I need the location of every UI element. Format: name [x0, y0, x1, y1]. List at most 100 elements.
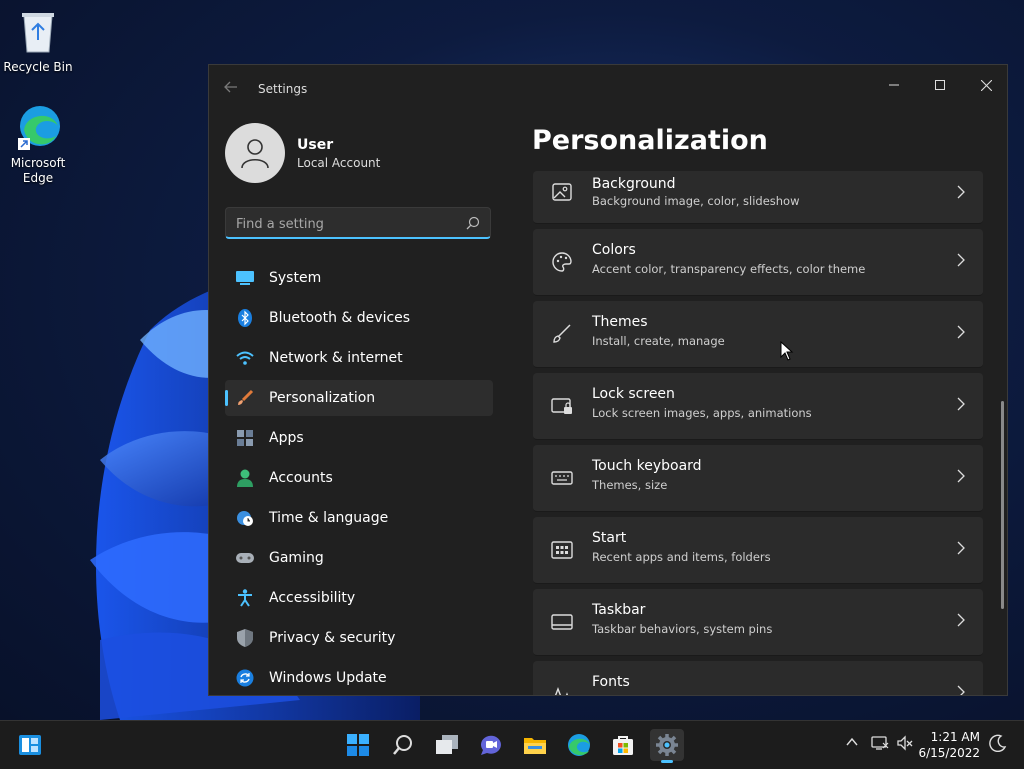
desktop-icon-edge[interactable]: Microsoft Edge: [0, 104, 76, 186]
nav-item-bluetooth[interactable]: Bluetooth & devices: [225, 300, 493, 336]
card-lock-screen[interactable]: Lock screen Lock screen images, apps, an…: [533, 373, 983, 440]
start-button[interactable]: [341, 729, 375, 761]
network-icon[interactable]: [871, 735, 889, 751]
chevron-right-icon: [957, 185, 965, 199]
palette-icon: [552, 252, 572, 272]
card-title: Fonts: [592, 674, 630, 690]
mouse-cursor-icon: [780, 341, 794, 361]
search-icon[interactable]: [466, 216, 480, 230]
accounts-icon: [236, 469, 254, 487]
chevron-right-icon: [957, 541, 965, 555]
nav-item-network[interactable]: Network & internet: [225, 340, 493, 376]
widgets-icon: [19, 735, 41, 755]
search-icon: [393, 735, 412, 755]
chevron-up-icon[interactable]: [845, 735, 859, 749]
account-type: Local Account: [297, 156, 381, 170]
back-button[interactable]: [223, 79, 243, 99]
taskbar: 1:21 AM 6/15/2022: [0, 720, 1024, 769]
taskbar-icon: [551, 614, 573, 630]
card-taskbar[interactable]: Taskbar Taskbar behaviors, system pins: [533, 589, 983, 656]
volume-muted-icon[interactable]: [896, 735, 914, 751]
nav-label: Bluetooth & devices: [269, 310, 411, 326]
desktop-icon-label: Microsoft Edge: [10, 156, 66, 185]
chat-icon: [480, 735, 501, 755]
task-view-icon: [436, 735, 458, 754]
chevron-right-icon: [957, 613, 965, 627]
file-explorer-icon: [524, 738, 546, 754]
chat-button[interactable]: [474, 729, 508, 761]
card-subtitle: Recent apps and items, folders: [592, 550, 771, 564]
title-bar: Settings: [209, 65, 1007, 113]
keyboard-icon: [551, 471, 573, 485]
nav-item-personalization[interactable]: Personalization: [225, 380, 493, 416]
clock[interactable]: 1:21 AM 6/15/2022: [918, 729, 980, 761]
fonts-icon: [554, 687, 569, 695]
edge-button[interactable]: [562, 729, 596, 761]
desktop-icon-recycle-bin[interactable]: Recycle Bin: [0, 8, 76, 75]
nav-item-system[interactable]: System: [225, 260, 493, 296]
user-name: User: [297, 137, 334, 153]
card-title: Start: [592, 530, 627, 546]
bluetooth-icon: [236, 309, 254, 327]
settings-button[interactable]: [650, 729, 684, 763]
store-button[interactable]: [606, 729, 640, 761]
search-button[interactable]: [386, 729, 420, 761]
nav-label: Accounts: [269, 470, 333, 486]
card-start[interactable]: Start Recent apps and items, folders: [533, 517, 983, 584]
desktop-icon-label: Recycle Bin: [3, 60, 73, 74]
nav-item-windows-update[interactable]: Windows Update: [225, 660, 493, 695]
card-title: Background: [592, 176, 676, 192]
search-box[interactable]: [225, 207, 491, 239]
lock-screen-icon: [551, 398, 572, 414]
nav-label: Accessibility: [269, 590, 356, 606]
card-subtitle: Background image, color, slideshow: [592, 194, 800, 208]
settings-nav: System Bluetooth & devices Network & int…: [225, 260, 493, 695]
chevron-right-icon: [957, 397, 965, 411]
content-scrollbar[interactable]: [1001, 401, 1004, 609]
minimize-button[interactable]: [871, 69, 917, 101]
chevron-right-icon: [957, 253, 965, 267]
accessibility-icon: [236, 589, 254, 607]
globe-clock-icon: [236, 509, 254, 527]
widgets-button[interactable]: [13, 729, 47, 761]
nav-item-privacy-security[interactable]: Privacy & security: [225, 620, 493, 656]
card-background[interactable]: Background Background image, color, slid…: [533, 171, 983, 224]
card-title: Colors: [592, 242, 636, 258]
chevron-right-icon: [957, 325, 965, 339]
nav-item-gaming[interactable]: Gaming: [225, 540, 493, 576]
nav-item-accessibility[interactable]: Accessibility: [225, 580, 493, 616]
card-title: Lock screen: [592, 386, 675, 402]
card-touch-keyboard[interactable]: Touch keyboard Themes, size: [533, 445, 983, 512]
search-input[interactable]: [234, 214, 458, 234]
card-colors[interactable]: Colors Accent color, transparency effect…: [533, 229, 983, 296]
card-subtitle: Lock screen images, apps, animations: [592, 406, 812, 420]
brush-icon: [236, 389, 254, 407]
file-explorer-button[interactable]: [518, 729, 552, 761]
card-subtitle: Themes, size: [592, 478, 668, 492]
maximize-icon: [935, 80, 945, 90]
recycle-bin-icon: [22, 13, 54, 53]
edge-icon: [18, 106, 60, 150]
nav-label: Network & internet: [269, 350, 403, 366]
minimize-icon: [889, 84, 899, 86]
card-subtitle: Accent color, transparency effects, colo…: [592, 262, 866, 276]
nav-item-time-language[interactable]: Time & language: [225, 500, 493, 536]
nav-label: Time & language: [269, 510, 389, 526]
system-icon: [236, 269, 254, 287]
avatar[interactable]: [225, 123, 285, 183]
maximize-button[interactable]: [917, 69, 963, 101]
update-icon: [236, 669, 254, 687]
window-title: Settings: [258, 82, 308, 96]
nav-item-accounts[interactable]: Accounts: [225, 460, 493, 496]
focus-assist-icon[interactable]: [989, 734, 1007, 752]
card-themes[interactable]: Themes Install, create, manage: [533, 301, 983, 368]
close-icon: [980, 79, 992, 91]
wifi-icon: [236, 349, 254, 367]
settings-content: Background Background image, color, slid…: [533, 171, 985, 695]
brush-icon: [553, 324, 571, 343]
close-button[interactable]: [963, 69, 1007, 101]
card-fonts[interactable]: Fonts: [533, 661, 983, 695]
clock-time: 1:21 AM: [930, 730, 980, 744]
task-view-button[interactable]: [430, 729, 464, 761]
nav-item-apps[interactable]: Apps: [225, 420, 493, 456]
